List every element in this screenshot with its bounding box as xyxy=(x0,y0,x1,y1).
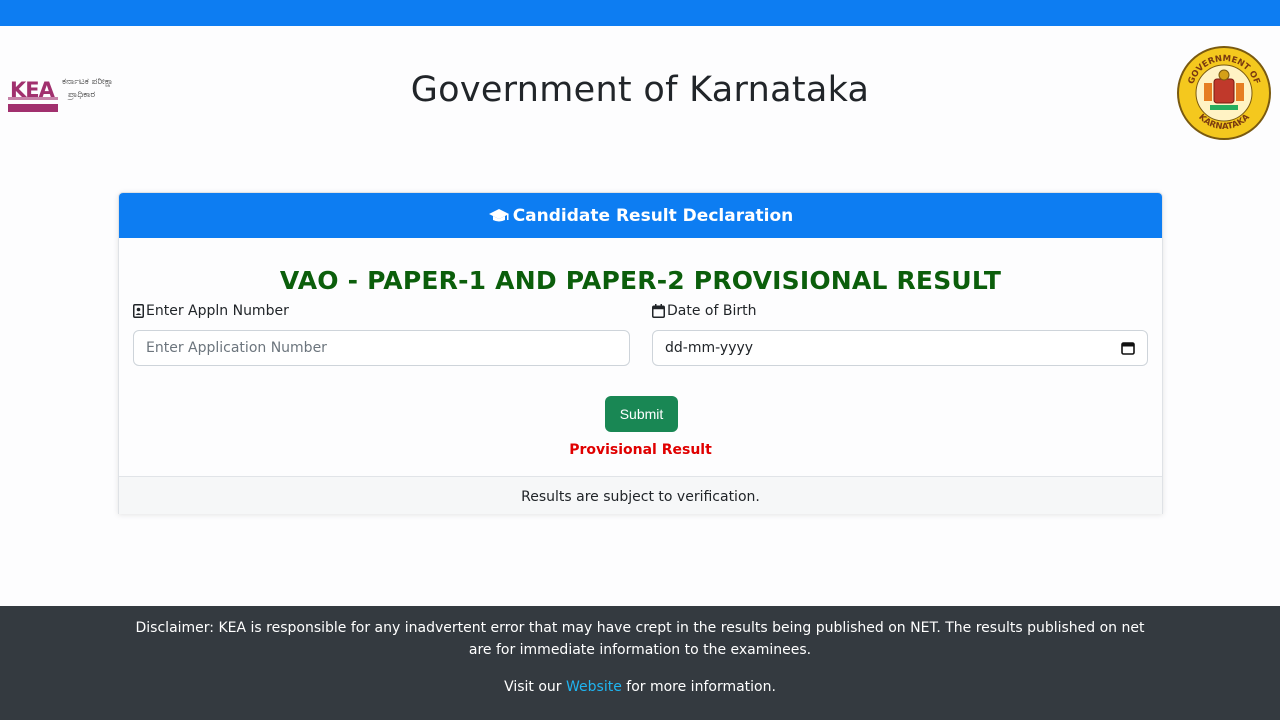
dob-label-text: Date of Birth xyxy=(667,303,757,319)
provisional-result-label: Provisional Result xyxy=(569,442,712,458)
card-footer: Results are subject to verification. xyxy=(119,476,1162,514)
verification-note: Results are subject to verification. xyxy=(521,488,760,505)
result-title: VAO - PAPER-1 AND PAPER-2 PROVISIONAL RE… xyxy=(279,266,1002,295)
visit-prefix: Visit our xyxy=(504,679,562,695)
card-header: Candidate Result Declaration xyxy=(119,193,1162,238)
top-bar xyxy=(0,0,1280,26)
dob-label: Date of Birth xyxy=(652,303,756,319)
dob-input[interactable]: dd-mm-yyyy xyxy=(652,330,1148,366)
website-link[interactable]: Website xyxy=(566,679,622,695)
appln-number-label-text: Enter Appln Number xyxy=(146,303,289,319)
appln-number-input[interactable]: Enter Application Number xyxy=(133,330,630,366)
appln-number-placeholder: Enter Application Number xyxy=(146,340,327,356)
disclaimer-text: Disclaimer: KEA is responsible for any i… xyxy=(135,620,1145,658)
dob-input-value: dd-mm-yyyy xyxy=(665,340,754,356)
person-badge-icon xyxy=(133,304,144,318)
appln-number-label: Enter Appln Number xyxy=(133,303,289,319)
submit-button[interactable]: Submit xyxy=(605,396,678,432)
card-header-title: Candidate Result Declaration xyxy=(512,205,794,226)
visit-suffix: for more information. xyxy=(626,679,776,695)
graduation-cap-icon xyxy=(488,208,509,221)
visit-line: Visit our Website for more information. xyxy=(0,677,1280,697)
calendar-picker-icon[interactable] xyxy=(1121,341,1135,355)
result-card: Candidate Result Declaration VAO - PAPER… xyxy=(118,192,1163,514)
page-footer: Disclaimer: KEA is responsible for any i… xyxy=(0,606,1280,720)
page-title: Government of Karnataka xyxy=(410,70,870,110)
karnataka-seal: GOVERNMENT OF KARNATAKA xyxy=(1177,46,1271,140)
calendar-icon xyxy=(652,304,665,318)
